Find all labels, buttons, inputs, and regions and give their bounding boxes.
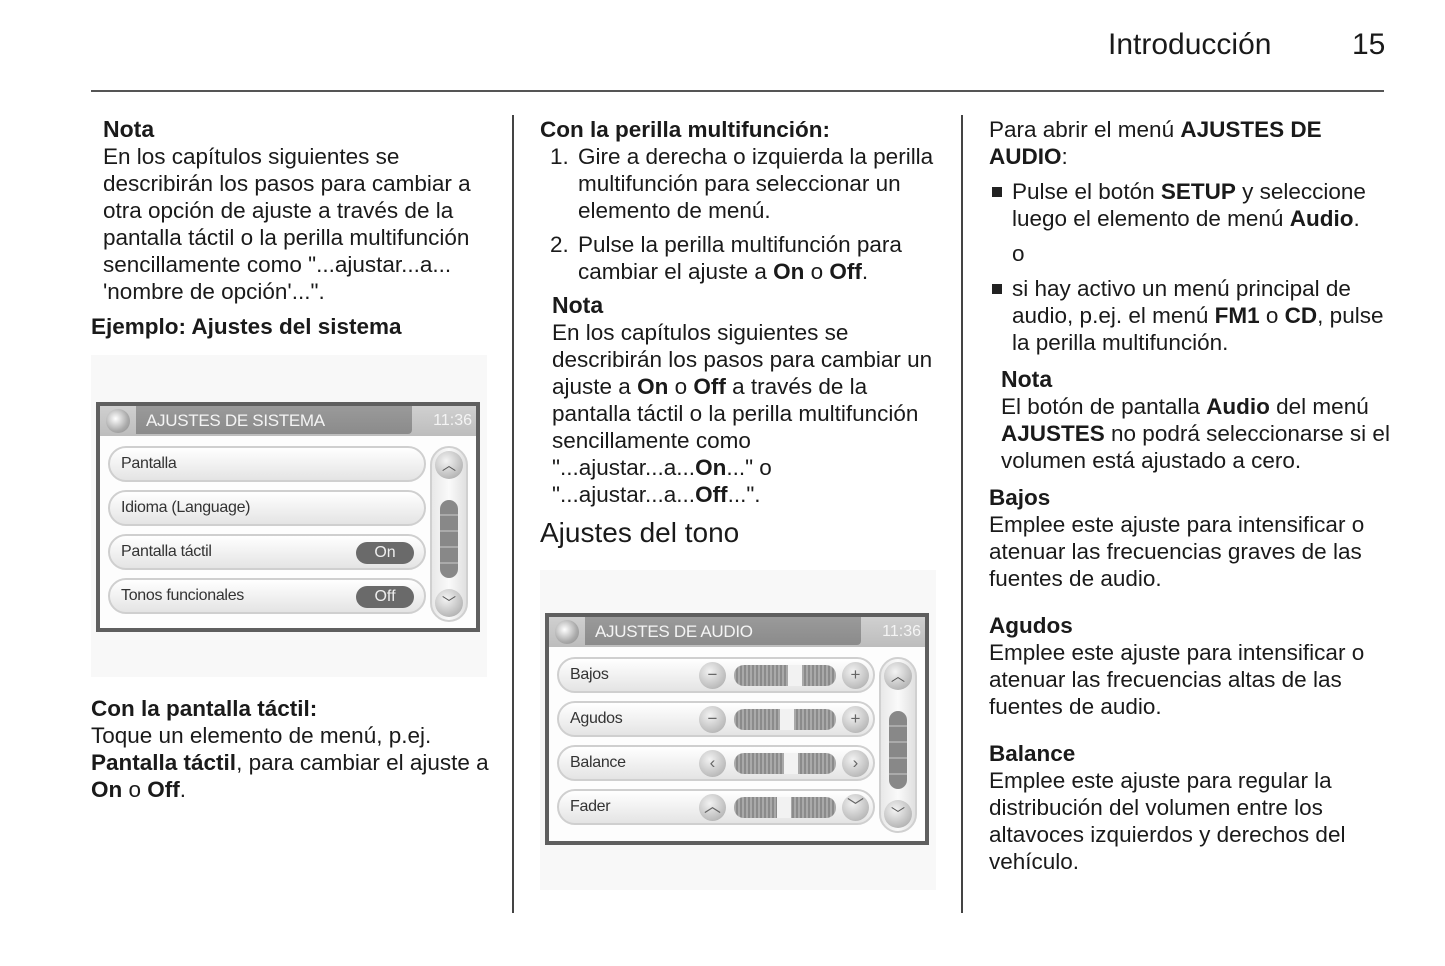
section-text: Emplee este ajuste para intensificar o a… <box>989 512 1365 591</box>
toggle-switch[interactable]: On <box>356 542 414 564</box>
system-settings-screenshot: AJUSTES DE SISTEMA 11:36 Pantalla Idioma … <box>91 355 487 677</box>
section-text: Emplee este ajuste para regular la distr… <box>989 768 1346 874</box>
settings-logo-icon <box>555 620 579 644</box>
note-title: Nota <box>1001 366 1053 392</box>
clock: 11:36 <box>433 412 472 429</box>
audio-control-row: Fader ︿ ﹀ <box>557 789 875 825</box>
control-label: Agudos <box>570 710 623 727</box>
scroll-up-icon[interactable]: ︿ <box>435 451 463 479</box>
touch-text: Toque un elemento de menú, p.ej. Pantalla… <box>91 723 489 802</box>
chevron-left-icon[interactable]: ‹ <box>699 750 726 777</box>
menu-item-label: Pantalla táctil <box>121 543 212 560</box>
slider-handle[interactable] <box>788 665 802 686</box>
note-title: Nota <box>103 116 155 142</box>
bullet-square-icon <box>992 284 1002 294</box>
audio-menu-intro: Para abrir el menú AJUSTES DE AUDIO: <box>989 117 1322 169</box>
bullet-item: Pulse el botón SETUP y seleccione luego … <box>989 178 1389 232</box>
menu-item-label: Tonos funcionales <box>121 587 244 604</box>
balance-section: Balance Emplee este ajuste para regular … <box>989 740 1389 875</box>
note-text: En los capítulos siguientes se describir… <box>552 320 933 507</box>
column-1: Nota En los capítulos siguientes se desc… <box>91 116 491 340</box>
touch-heading: Con la pantalla táctil: <box>91 696 318 721</box>
audio-control-row: Bajos − + <box>557 657 875 693</box>
column-divider <box>512 115 514 913</box>
scrollbar[interactable]: ︿ ﹀ <box>879 657 917 833</box>
menu-item-label: Pantalla <box>121 455 177 472</box>
step-1: 1. Gire a derecha o izquierda la perilla … <box>550 144 934 223</box>
bullet-item: si hay activo un menú principal de audio… <box>989 275 1389 356</box>
note-title: Nota <box>552 292 604 318</box>
settings-logo-icon <box>106 409 130 433</box>
screen-title: AJUSTES DE SISTEMA <box>146 411 325 430</box>
chevron-up-icon[interactable]: ︿ <box>699 794 726 821</box>
level-slider[interactable] <box>734 709 836 730</box>
note-block: Nota El botón de pantalla Audio del menú… <box>989 366 1390 474</box>
menu-item-row[interactable]: Tonos funcionales Off <box>108 578 426 614</box>
note-block: Nota En los capítulos siguientes se desc… <box>91 116 491 305</box>
plus-icon[interactable]: + <box>842 662 869 689</box>
bullet-square-icon <box>992 187 1002 197</box>
knob-heading: Con la perilla multifunción: <box>540 117 831 142</box>
screen-titlebar: AJUSTES DE SISTEMA 11:36 <box>100 406 476 436</box>
section-text: Emplee este ajuste para intensificar o a… <box>989 640 1365 719</box>
step-2: 2. Pulse la perilla multifunción para cam… <box>550 232 902 284</box>
scrollbar[interactable]: ︿ ﹀ <box>430 446 468 622</box>
scroll-thumb[interactable] <box>440 500 458 578</box>
screen-titlebar: AJUSTES DE AUDIO 11:36 <box>549 617 925 647</box>
clock: 11:36 <box>882 623 921 640</box>
scroll-up-icon[interactable]: ︿ <box>884 662 912 690</box>
note-text: En los capítulos siguientes se describir… <box>103 144 471 304</box>
touch-instructions: Con la pantalla táctil: Toque un element… <box>91 695 491 803</box>
section-title: Bajos <box>989 485 1051 510</box>
open-audio-list: Pulse el botón SETUP y seleccione luego … <box>989 178 1389 356</box>
menu-item-row[interactable]: Pantalla táctil On <box>108 534 426 570</box>
level-slider[interactable] <box>734 797 836 818</box>
page-number: 15 <box>1352 28 1386 61</box>
slider-handle[interactable] <box>780 709 794 730</box>
tone-heading: Ajustes del tono <box>540 517 740 548</box>
audio-settings-screen: AJUSTES DE AUDIO 11:36 Bajos − + Agudos − + Ba… <box>545 613 929 845</box>
level-slider[interactable] <box>734 665 836 686</box>
audio-settings-screenshot: AJUSTES DE AUDIO 11:36 Bajos − + Agudos − + Ba… <box>540 570 936 890</box>
system-settings-screen: AJUSTES DE SISTEMA 11:36 Pantalla Idioma … <box>96 402 480 632</box>
note-block: Nota En los capítulos siguientes se desc… <box>540 292 940 508</box>
chapter-title: Introducción <box>1108 28 1272 61</box>
chevron-down-icon[interactable]: ﹀ <box>842 794 869 821</box>
scroll-thumb[interactable] <box>889 711 907 789</box>
menu-item-row[interactable]: Pantalla <box>108 446 426 482</box>
column-2: Con la perilla multifunción: 1. Gire a de… <box>540 116 940 550</box>
scroll-down-icon[interactable]: ﹀ <box>435 589 463 617</box>
menu-item-label: Idioma (Language) <box>121 499 251 516</box>
example-heading: Ejemplo: Ajustes del sistema <box>91 314 402 339</box>
slider-handle[interactable] <box>777 797 791 818</box>
minus-icon[interactable]: − <box>699 706 726 733</box>
section-title: Balance <box>989 741 1076 766</box>
bajos-section: Bajos Emplee este ajuste para intensific… <box>989 484 1389 592</box>
plus-icon[interactable]: + <box>842 706 869 733</box>
note-text: El botón de pantalla Audio del menú AJUS… <box>1001 394 1390 473</box>
column-divider <box>961 115 963 913</box>
level-slider[interactable] <box>734 753 836 774</box>
agudos-section: Agudos Emplee este ajuste para intensifi… <box>989 612 1389 720</box>
toggle-switch[interactable]: Off <box>356 586 414 608</box>
or-separator: o <box>1012 241 1025 266</box>
screen-title: AJUSTES DE AUDIO <box>595 622 753 641</box>
scroll-down-icon[interactable]: ﹀ <box>884 800 912 828</box>
menu-item-row[interactable]: Idioma (Language) <box>108 490 426 526</box>
audio-control-row: Agudos − + <box>557 701 875 737</box>
minus-icon[interactable]: − <box>699 662 726 689</box>
control-label: Bajos <box>570 666 609 683</box>
slider-handle[interactable] <box>784 753 798 774</box>
steps-list: 1. Gire a derecha o izquierda la perilla … <box>540 143 940 285</box>
control-label: Balance <box>570 754 626 771</box>
chevron-right-icon[interactable]: › <box>842 750 869 777</box>
section-title: Agudos <box>989 613 1073 638</box>
header-divider <box>91 90 1384 92</box>
audio-control-row: Balance ‹ › <box>557 745 875 781</box>
column-3: Para abrir el menú AJUSTES DE AUDIO: Pul… <box>989 116 1390 875</box>
control-label: Fader <box>570 798 611 815</box>
